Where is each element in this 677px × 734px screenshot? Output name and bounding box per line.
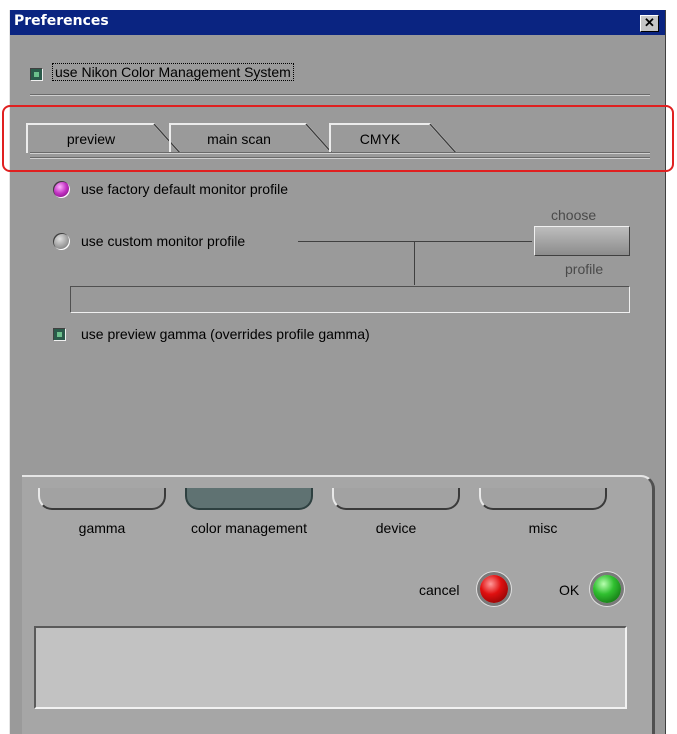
custom-profile-radio[interactable] [53, 233, 70, 250]
connector-right [414, 241, 532, 242]
factory-profile-label: use factory default monitor profile [81, 181, 288, 197]
divider [30, 94, 650, 96]
custom-profile-label: use custom monitor profile [81, 233, 246, 249]
cancel-button-icon[interactable] [480, 575, 508, 603]
nav-tab-device[interactable] [332, 488, 460, 510]
ok-button-icon[interactable] [593, 575, 621, 603]
choose-label: choose [551, 207, 597, 223]
nav-tab-color-management[interactable] [185, 488, 313, 510]
title-bar: Preferences ✕ [10, 10, 665, 35]
connector-down [414, 241, 415, 285]
preview-gamma-checkbox[interactable] [53, 328, 66, 341]
tab-highlight-annotation [2, 105, 674, 172]
profile-path-field[interactable] [70, 286, 630, 313]
cms-checkbox-label: use Nikon Color Management System [52, 63, 294, 81]
close-button[interactable]: ✕ [640, 15, 659, 32]
factory-profile-radio[interactable] [53, 181, 70, 198]
choose-profile-button[interactable] [534, 226, 630, 256]
nav-label-color-management: color management [191, 520, 307, 536]
cancel-label[interactable]: cancel [419, 582, 459, 598]
cms-checkbox[interactable] [30, 68, 43, 81]
cms-checkbox-label-wrap[interactable]: use Nikon Color Management System [52, 63, 294, 81]
window-title: Preferences [14, 13, 109, 29]
close-icon: ✕ [644, 15, 655, 30]
message-area [34, 626, 627, 709]
profile-label: profile [565, 261, 604, 277]
nav-tab-misc[interactable] [479, 488, 607, 510]
connector-left [298, 241, 414, 242]
nav-label-device: device [375, 520, 417, 536]
nav-label-gamma: gamma [78, 520, 126, 536]
nav-tab-gamma[interactable] [38, 488, 166, 510]
preview-gamma-label: use preview gamma (overrides profile gam… [81, 326, 370, 342]
nav-label-misc: misc [528, 520, 558, 536]
ok-label[interactable]: OK [559, 582, 579, 598]
